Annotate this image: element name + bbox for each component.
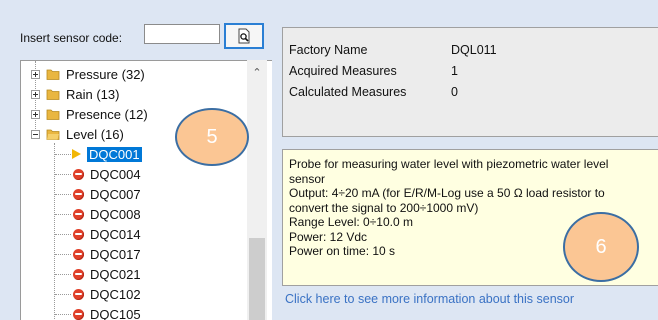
more-info-link[interactable]: Click here to see more information about… [285, 292, 574, 306]
folder-icon [46, 69, 60, 80]
red-dot-icon [73, 308, 84, 320]
tree-item-level[interactable]: Level (16) [31, 125, 124, 143]
info-row-calculated-measures: Calculated Measures 0 [289, 85, 458, 101]
tree-sensor-dqc105[interactable]: DQC105 [55, 305, 141, 320]
open-folder-icon [46, 129, 60, 140]
info-row-factory-name: Factory Name DQL011 [289, 43, 497, 59]
tree-item-label: DQC105 [90, 306, 141, 320]
description-line: Probe for measuring water level with pie… [289, 157, 609, 171]
tree-item-label: DQC021 [90, 266, 141, 282]
info-value: 0 [451, 85, 458, 99]
arrow-icon [72, 149, 81, 159]
sensor-tree[interactable]: Pressure (32) Rain (13) Presence (12) Le… [20, 60, 272, 320]
callout-badge-6: 6 [563, 212, 639, 282]
tree-item-label: Pressure (32) [66, 66, 145, 82]
info-row-acquired-measures: Acquired Measures 1 [289, 64, 458, 80]
red-dot-icon [73, 168, 84, 180]
tree-item-label: Rain (13) [66, 86, 120, 102]
insert-sensor-row: Insert sensor code: [20, 23, 264, 50]
red-dot-icon [73, 268, 84, 280]
tree-item-label: DQC017 [90, 246, 141, 262]
red-dot-icon [73, 288, 84, 300]
sensor-info-panel: Factory Name DQL011 Acquired Measures 1 … [282, 27, 658, 137]
info-value: DQL011 [451, 43, 497, 57]
info-key: Acquired Measures [289, 64, 397, 78]
scrollbar-thumb[interactable] [249, 238, 265, 320]
tree-connector [55, 254, 71, 255]
red-dot-icon [73, 248, 84, 260]
tree-sensor-dqc001[interactable]: DQC001 [55, 145, 142, 163]
tree-item-label: DQC008 [90, 206, 141, 222]
expand-icon[interactable] [31, 109, 40, 119]
tree-sensor-dqc007[interactable]: DQC007 [55, 185, 141, 203]
red-dot-icon [73, 188, 84, 200]
tree-item-pressure[interactable]: Pressure (32) [31, 65, 145, 83]
tree-item-rain[interactable]: Rain (13) [31, 85, 119, 103]
tree-connector [55, 294, 71, 295]
tree-item-presence[interactable]: Presence (12) [31, 105, 148, 123]
description-line: sensor [289, 171, 326, 186]
red-dot-icon [73, 228, 84, 240]
tree-item-label: DQC014 [90, 226, 141, 242]
tree-sensor-dqc021[interactable]: DQC021 [55, 265, 141, 283]
tree-sensor-dqc102[interactable]: DQC102 [55, 285, 141, 303]
info-key: Calculated Measures [289, 85, 407, 99]
tree-item-label: Presence (12) [66, 106, 148, 122]
tree-connector [55, 314, 71, 315]
tree-item-label: DQC007 [90, 186, 141, 202]
callout-badge-5: 5 [175, 108, 249, 166]
tree-sensor-dqc014[interactable]: DQC014 [55, 225, 141, 243]
tree-scrollbar[interactable]: ⌃ [247, 60, 267, 320]
collapse-icon[interactable] [31, 129, 40, 139]
search-sensor-button[interactable] [224, 23, 264, 49]
info-key: Factory Name [289, 43, 368, 57]
tree-connector [55, 214, 71, 215]
folder-icon [46, 89, 60, 100]
tree-item-label: DQC102 [90, 286, 141, 302]
tree-connector [55, 274, 71, 275]
tree-connector [55, 194, 71, 195]
tree-item-label: DQC004 [90, 166, 141, 182]
tree-connector [55, 154, 71, 155]
red-dot-icon [73, 208, 84, 220]
tree-sensor-dqc004[interactable]: DQC004 [55, 165, 141, 183]
tree-item-label: Level (16) [66, 126, 124, 142]
folder-icon [46, 109, 60, 120]
sensor-code-input[interactable] [144, 24, 220, 44]
tree-connector [55, 174, 71, 175]
description-line: Output: 4÷20 mA (for E/R/M-Log use a 50 … [289, 186, 605, 200]
search-document-icon [238, 28, 250, 44]
expand-icon[interactable] [31, 89, 40, 99]
expand-icon[interactable] [31, 69, 40, 79]
scroll-up-arrow-icon[interactable]: ⌃ [247, 66, 267, 80]
tree-item-label: DQC001 [87, 146, 142, 162]
insert-sensor-label: Insert sensor code: [20, 31, 123, 45]
tree-sensor-dqc008[interactable]: DQC008 [55, 205, 141, 223]
info-value: 1 [451, 64, 458, 78]
tree-sensor-dqc017[interactable]: DQC017 [55, 245, 141, 263]
tree-connector [55, 234, 71, 235]
